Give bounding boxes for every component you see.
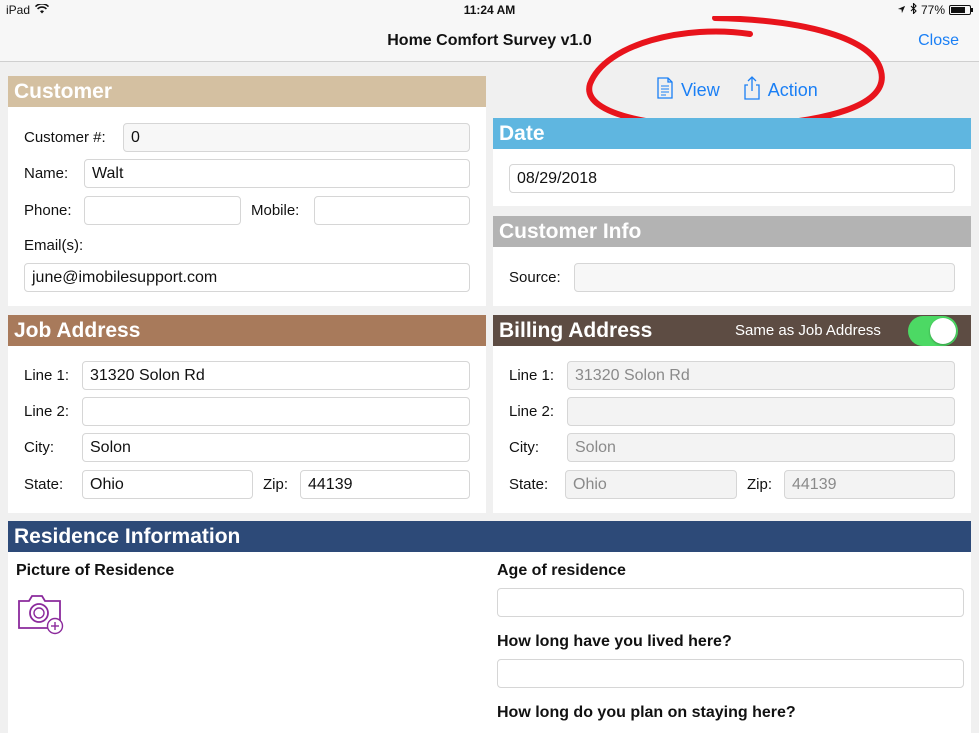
navigation-bar: Home Comfort Survey v1.0 Close <box>0 20 979 62</box>
same-as-job-toggle[interactable] <box>908 316 958 346</box>
battery-percent: 77% <box>920 3 945 17</box>
source-label: Source: <box>509 269 561 286</box>
customer-info-header: Customer Info <box>493 216 971 247</box>
location-icon <box>897 3 906 17</box>
job-city-field[interactable]: Solon <box>82 433 470 462</box>
customer-number-label: Customer #: <box>24 129 106 146</box>
billing-line1-field[interactable]: 31320 Solon Rd <box>567 361 955 390</box>
job-zip-label: Zip: <box>263 476 289 493</box>
billing-line1-label: Line 1: <box>509 367 555 384</box>
mobile-label: Mobile: <box>251 202 300 219</box>
action-label: Action <box>767 80 818 100</box>
status-right: 77% <box>897 2 973 17</box>
billing-address-title: Billing Address <box>499 319 653 342</box>
age-of-residence-field[interactable] <box>497 588 964 617</box>
status-time: 11:24 AM <box>463 3 516 17</box>
share-icon <box>742 76 762 105</box>
billing-zip-label: Zip: <box>747 476 773 493</box>
job-state-label: State: <box>24 476 64 493</box>
job-line2-label: Line 2: <box>24 403 70 420</box>
job-line1-label: Line 1: <box>24 367 70 384</box>
name-field[interactable]: Walt <box>84 159 470 188</box>
customer-header: Customer <box>8 76 486 107</box>
billing-zip-field[interactable]: 44139 <box>784 470 955 499</box>
mobile-field[interactable] <box>314 196 470 225</box>
billing-city-field[interactable]: Solon <box>567 433 955 462</box>
job-state-field[interactable]: Ohio <box>82 470 253 499</box>
lived-here-label: How long have you lived here? <box>497 633 732 650</box>
battery-level <box>951 7 965 13</box>
bluetooth-icon <box>910 2 917 17</box>
name-label: Name: <box>24 165 69 182</box>
billing-address-header: Billing Address <box>493 315 971 346</box>
email-field[interactable]: june@imobilesupport.com <box>24 263 470 292</box>
view-button[interactable]: View <box>655 76 720 105</box>
billing-state-label: State: <box>509 476 549 493</box>
picture-of-residence-label: Picture of Residence <box>16 562 175 579</box>
residence-header: Residence Information <box>8 521 971 552</box>
job-line1-field[interactable]: 31320 Solon Rd <box>82 361 470 390</box>
phone-field[interactable] <box>84 196 241 225</box>
plan-staying-label: How long do you plan on staying here? <box>497 704 796 721</box>
job-city-label: City: <box>24 439 54 456</box>
job-line2-field[interactable] <box>82 397 470 426</box>
billing-city-label: City: <box>509 439 539 456</box>
battery-icon <box>949 5 973 15</box>
residence-panel <box>8 521 971 733</box>
billing-line2-label: Line 2: <box>509 403 555 420</box>
date-header: Date <box>493 118 971 149</box>
action-button[interactable]: Action <box>742 76 818 105</box>
lived-here-field[interactable] <box>497 659 964 688</box>
document-icon <box>655 77 675 104</box>
source-field[interactable] <box>574 263 955 292</box>
same-as-job-label: Same as Job Address <box>735 322 881 339</box>
close-button[interactable]: Close <box>918 32 959 50</box>
view-label: View <box>681 80 720 100</box>
customer-number-field[interactable]: 0 <box>123 123 470 152</box>
job-zip-field[interactable]: 44139 <box>300 470 470 499</box>
camera-add-icon[interactable] <box>16 592 66 636</box>
page-title: Home Comfort Survey v1.0 <box>387 32 592 49</box>
toolbar: View Action <box>655 76 818 105</box>
date-field[interactable]: 08/29/2018 <box>509 164 955 193</box>
billing-line2-field[interactable] <box>567 397 955 426</box>
phone-label: Phone: <box>24 202 72 219</box>
age-of-residence-label: Age of residence <box>497 562 626 579</box>
email-label: Email(s): <box>24 237 84 254</box>
status-bar: iPad 11:24 AM 77% <box>0 0 979 20</box>
billing-state-field[interactable]: Ohio <box>565 470 737 499</box>
toggle-knob <box>930 318 956 344</box>
job-address-header: Job Address <box>8 315 486 346</box>
